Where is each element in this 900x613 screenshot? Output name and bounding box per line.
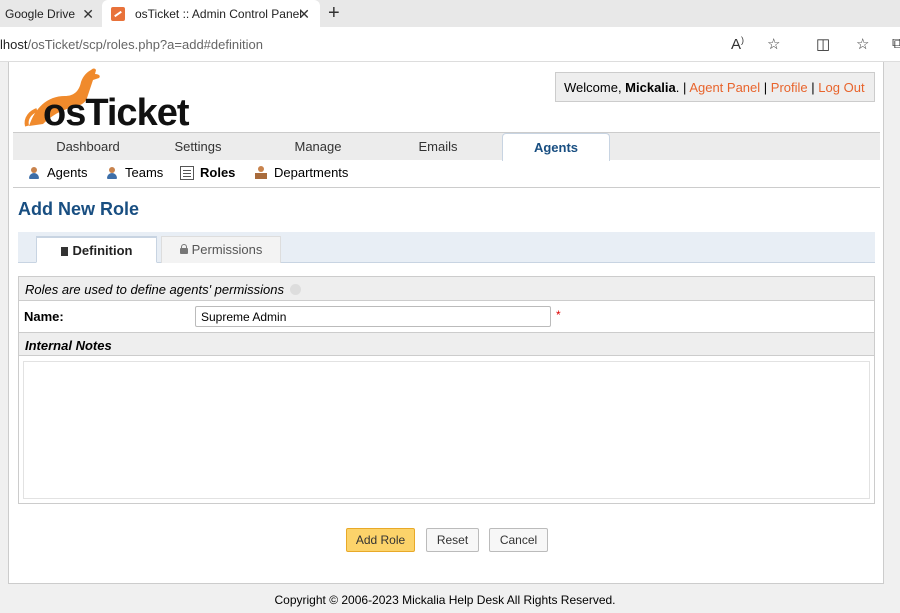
tab-emails[interactable]: Emails — [383, 133, 493, 161]
subnav-label: Roles — [200, 165, 236, 180]
help-icon[interactable] — [290, 284, 302, 295]
url-host: lhost — [0, 37, 28, 52]
browser-tab-osticket[interactable]: osTicket :: Admin Control Panel ✕ — [102, 0, 320, 27]
welcome-box: Welcome, Mickalia. | Agent Panel | Profi… — [555, 72, 875, 102]
footer-copyright: Copyright © 2006-2023 Mickalia Help Desk… — [274, 593, 616, 607]
osticket-logo[interactable]: osTicket — [21, 66, 206, 134]
tab-agents[interactable]: Agents — [502, 133, 610, 161]
new-tab-icon[interactable]: + — [328, 1, 340, 25]
split-screen-icon[interactable]: ◫ — [816, 35, 830, 53]
agent-icon — [27, 166, 41, 180]
osticket-favicon-icon — [111, 6, 125, 21]
main-nav: Dashboard Settings Manage Emails Agents — [13, 132, 880, 161]
tab-permissions[interactable]: Permissions — [161, 236, 281, 263]
subnav-item-departments[interactable]: Departments — [254, 165, 348, 180]
name-label: Name: — [24, 309, 64, 324]
name-field[interactable] — [195, 306, 551, 327]
department-icon — [254, 165, 268, 180]
welcome-suffix: . — [675, 80, 680, 95]
tab-label: Permissions — [191, 242, 263, 257]
cancel-button[interactable]: Cancel — [489, 528, 548, 552]
separator: | — [763, 80, 768, 95]
name-row: Name: * — [19, 301, 874, 329]
address-bar: lhost/osTicket/scp/roles.php?a=add#defin… — [0, 27, 900, 62]
welcome-prefix: Welcome, — [564, 80, 626, 95]
url-path: /osTicket/scp/roles.php?a=add#definition — [27, 37, 263, 52]
subnav-item-roles[interactable]: Roles — [180, 165, 235, 180]
read-aloud-icon[interactable]: A) — [731, 35, 744, 53]
subnav-label: Agents — [47, 165, 88, 180]
agent-panel-link[interactable]: Agent Panel — [689, 80, 760, 95]
document-icon — [60, 247, 68, 256]
close-icon[interactable]: ✕ — [298, 6, 310, 23]
lock-icon — [179, 244, 188, 254]
description-text: Roles are used to define agents' permiss… — [25, 282, 285, 297]
separator: | — [811, 80, 815, 95]
role-form: Roles are used to define agents' permiss… — [18, 276, 875, 504]
tab-manage[interactable]: Manage — [263, 133, 373, 161]
sub-nav: Agents Teams Roles Departments — [13, 160, 880, 188]
tab-settings[interactable]: Settings — [143, 133, 253, 161]
page-container: osTicket Welcome, Mickalia. | Agent Pane… — [8, 62, 884, 584]
page-title: Add New Role — [18, 199, 140, 219]
subnav-item-agents[interactable]: Agents — [27, 165, 87, 180]
profile-link[interactable]: Profile — [771, 80, 808, 95]
subnav-item-teams[interactable]: Teams — [105, 165, 163, 180]
browser-tab-label: osTicket :: Admin Control Panel — [135, 6, 302, 21]
tab-definition[interactable]: Definition — [36, 236, 157, 263]
browser-tabbar: Google Drive ✕ osTicket :: Admin Control… — [0, 0, 900, 27]
reset-button[interactable]: Reset — [426, 528, 479, 552]
favorites-list-icon[interactable]: ☆ — [856, 35, 869, 53]
list-icon — [180, 165, 194, 180]
internal-notes-editor[interactable] — [23, 361, 870, 499]
collections-icon[interactable]: ⧉ — [892, 35, 900, 52]
tab-dashboard[interactable]: Dashboard — [13, 133, 163, 161]
subnav-label: Teams — [125, 165, 164, 180]
add-role-button[interactable]: Add Role — [346, 528, 415, 552]
logo-text: osTicket — [43, 92, 189, 134]
favorite-star-icon[interactable]: ☆ — [767, 35, 780, 53]
separator: | — [683, 80, 687, 95]
browser-tab-google-drive[interactable]: Google Drive ✕ — [0, 0, 102, 27]
browser-tab-label: Google Drive — [5, 6, 76, 21]
subnav-label: Departments — [274, 165, 349, 180]
logout-link[interactable]: Log Out — [818, 80, 864, 95]
internal-notes-header: Internal Notes — [19, 332, 874, 356]
user-name: Mickalia — [625, 80, 676, 95]
form-tabs: Definition Permissions — [18, 232, 875, 263]
form-description: Roles are used to define agents' permiss… — [19, 277, 874, 301]
tab-label: Definition — [72, 243, 133, 258]
close-icon[interactable]: ✕ — [82, 6, 94, 23]
required-marker: * — [556, 308, 561, 322]
teams-icon — [105, 166, 119, 180]
url-field[interactable]: lhost/osTicket/scp/roles.php?a=add#defin… — [0, 37, 263, 52]
